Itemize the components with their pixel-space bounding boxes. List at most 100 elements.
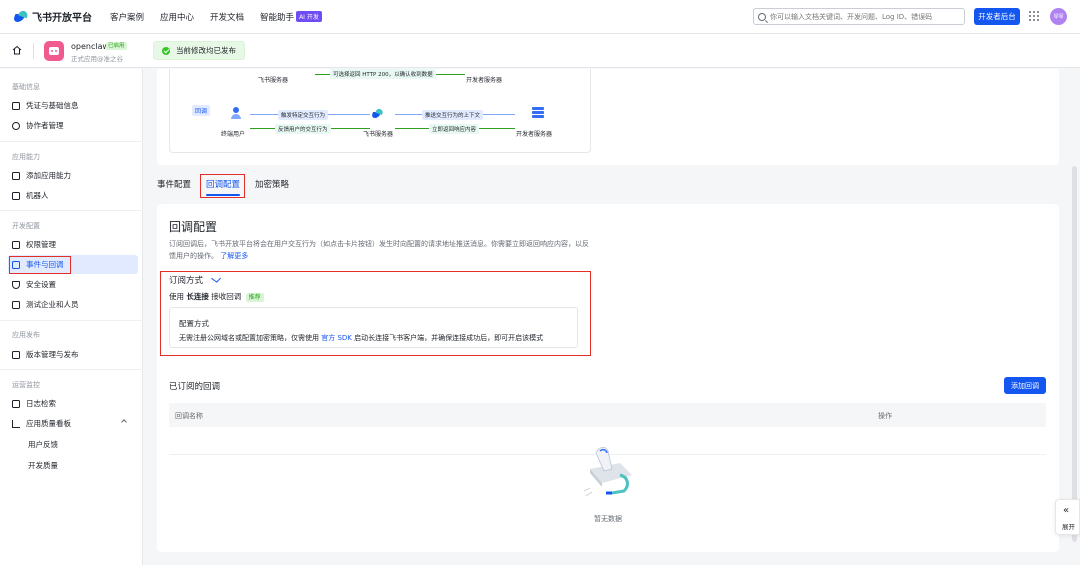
sidebar-subitem-dev-quality[interactable]: 开发质量 (28, 460, 58, 471)
sidebar-item-bot[interactable]: 机器人 (8, 186, 138, 205)
table-header: 回调名称 操作 (169, 403, 1046, 427)
ai-dev-badge: AI 开发 (296, 10, 322, 22)
app-name: openclaw (71, 42, 110, 51)
scrollbar[interactable] (1072, 166, 1077, 542)
brand-name: 飞书开放平台 (32, 13, 92, 24)
flow-label-dev-server: 开发者服务器 (516, 131, 553, 138)
sidebar-item-label: 协作者管理 (26, 121, 64, 130)
column-header-name: 回调名称 (175, 412, 203, 420)
sidebar-group-monitoring: 运营监控 (12, 381, 40, 389)
apps-grid-icon[interactable] (1029, 11, 1039, 21)
publish-status-notice: 当前修改均已发布 (153, 41, 245, 60)
user-icon (12, 121, 20, 130)
tab-event-config[interactable]: 事件配置 (157, 178, 191, 198)
sidebar-item-label: 机器人 (26, 191, 49, 200)
sidebar-item-quality-board[interactable]: 应用质量看板 (8, 414, 138, 433)
nav-app-center[interactable]: 应用中心 (160, 11, 194, 23)
tab-encryption[interactable]: 加密策略 (255, 178, 289, 198)
flow-pill-trigger: 触发特定交互行为 (278, 110, 329, 120)
top-nav: 客户案例 应用中心 开发文档 智能助手 AI 开发 (110, 10, 338, 23)
nav-ai-assistant-label: 智能助手 (260, 12, 295, 23)
app-avatar (44, 41, 64, 61)
flow-label-feishu-server: 飞书服务器 (363, 131, 394, 138)
divider (33, 43, 34, 59)
log-icon (12, 399, 20, 408)
sidebar: 基础信息 凭证与基础信息 协作者管理 应用能力 添加应用能力 机器人 开发配置 … (0, 69, 143, 565)
sidebar-item-label: 测试企业和人员 (26, 300, 79, 309)
search-icon (758, 12, 766, 21)
bar-chart-icon (12, 419, 20, 428)
double-chevron-left-icon: « (1063, 505, 1070, 516)
feishu-logo-icon (14, 11, 28, 23)
divider (0, 369, 143, 370)
empty-state-illustration (583, 447, 632, 497)
end-user-icon (230, 107, 242, 119)
lock-icon (12, 240, 20, 249)
flow-label-dev-server-top: 开发者服务器 (466, 77, 503, 84)
sidebar-item-collaborators[interactable]: 协作者管理 (8, 116, 138, 135)
sidebar-item-permissions[interactable]: 权限管理 (8, 235, 138, 254)
sidebar-item-label: 版本管理与发布 (26, 350, 79, 359)
sidebar-item-label: 安全设置 (26, 280, 56, 289)
sidebar-item-label: 添加应用能力 (26, 171, 71, 180)
highlight-box (160, 271, 591, 356)
callback-flow-diagram: 可选择返回 HTTP 200，以确认收到数据 飞书服务器 开发者服务器 回调 终… (169, 69, 591, 153)
test-icon (12, 300, 20, 309)
sidebar-item-versions[interactable]: 版本管理与发布 (8, 345, 138, 364)
home-icon[interactable] (12, 45, 22, 55)
page-title: 回调配置 (169, 220, 218, 234)
expand-label: 展开 (1062, 523, 1075, 531)
shield-icon (12, 280, 20, 289)
developer-console-button[interactable]: 开发者后台 (974, 8, 1020, 25)
sidebar-item-credentials[interactable]: 凭证与基础信息 (8, 96, 138, 115)
learn-more-link[interactable]: 了解更多 (220, 252, 248, 260)
feishu-server-icon (372, 109, 384, 119)
callback-flow-card: 可选择返回 HTTP 200，以确认收到数据 飞书服务器 开发者服务器 回调 终… (157, 69, 1059, 165)
grid-plus-icon (12, 171, 20, 180)
sidebar-subitem-feedback[interactable]: 用户反馈 (28, 439, 58, 450)
column-header-actions: 操作 (878, 412, 892, 420)
callback-config-panel: 回调配置 订阅回调后，飞书开放平台将会在用户交互行为（如点击卡片按钮）发生时向配… (157, 204, 1059, 552)
brand-logo[interactable]: 飞书开放平台 (14, 9, 110, 24)
credential-icon (12, 101, 20, 110)
highlight-box (9, 256, 71, 274)
sidebar-item-security[interactable]: 安全设置 (8, 275, 138, 294)
divider (0, 210, 143, 211)
upload-icon (12, 350, 20, 359)
callback-description: 订阅回调后，飞书开放平台将会在用户交互行为（如点击卡片按钮）发生时向配置的请求地… (169, 238, 589, 262)
sidebar-item-logs[interactable]: 日志检索 (8, 394, 138, 413)
sidebar-item-label: 权限管理 (26, 240, 56, 249)
expand-panel-button[interactable]: « 展开 (1055, 499, 1080, 535)
callback-tag: 回调 (192, 105, 211, 116)
flow-pill-http200: 可选择返回 HTTP 200，以确认收到数据 (330, 69, 436, 79)
divider (0, 141, 143, 142)
sidebar-item-label: 日志检索 (26, 399, 56, 408)
status-badge: 已启用 (106, 42, 127, 50)
sidebar-item-label: 应用质量看板 (26, 419, 71, 428)
sidebar-item-test-tenants[interactable]: 测试企业和人员 (8, 295, 138, 314)
highlight-box (200, 174, 245, 198)
flow-label-feishu-server-top: 飞书服务器 (258, 77, 289, 84)
chevron-up-icon (121, 419, 127, 425)
nav-customer-cases[interactable]: 客户案例 (110, 11, 144, 23)
bot-icon (12, 191, 20, 200)
sidebar-group-dev-config: 开发配置 (12, 222, 40, 230)
nav-ai-assistant[interactable]: 智能助手 AI 开发 (260, 10, 322, 23)
search-box[interactable] (753, 8, 965, 25)
divider (0, 320, 143, 321)
sidebar-group-release: 应用发布 (12, 331, 40, 339)
sidebar-item-label: 凭证与基础信息 (26, 101, 79, 110)
flow-pill-return: 立即返回响应内容 (429, 124, 480, 134)
top-navbar: 飞书开放平台 客户案例 应用中心 开发文档 智能助手AI 开发 开发者后台 琴琴 (0, 0, 1080, 34)
add-callback-button[interactable]: 添加回调 (1004, 377, 1046, 394)
search-input[interactable] (770, 12, 960, 21)
app-subtitle: 正式应用@准之谷 (71, 55, 123, 63)
app-header: openclaw 已启用 正式应用@准之谷 当前修改均已发布 (0, 34, 1080, 68)
nav-dev-docs[interactable]: 开发文档 (210, 11, 244, 23)
check-circle-icon (162, 47, 170, 55)
sidebar-item-add-capability[interactable]: 添加应用能力 (8, 166, 138, 185)
empty-state-text: 暂无数据 (594, 515, 622, 523)
publish-status-text: 当前修改均已发布 (176, 46, 236, 55)
dev-server-icon (532, 107, 544, 119)
user-avatar[interactable]: 琴琴 (1050, 8, 1067, 25)
